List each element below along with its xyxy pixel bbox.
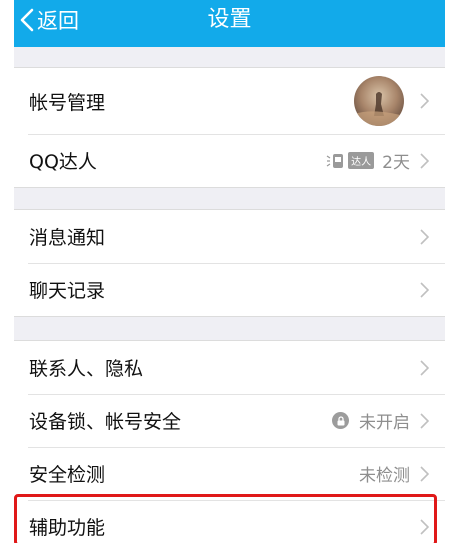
page-title: 设置 (207, 7, 252, 32)
security-group: 联系人、隐私 设备锁、帐号安全 未开启 安全检测 未检测 辅助功能 (14, 340, 445, 543)
chevron-right-icon (420, 228, 429, 245)
security-scan-status: 未检测 (359, 466, 410, 486)
chevron-right-icon (420, 359, 429, 376)
accessibility-label: 辅助功能 (29, 517, 106, 539)
security-scan-row[interactable]: 安全检测 未检测 (14, 447, 445, 500)
device-lock-label: 设备锁、帐号安全 (29, 411, 182, 433)
security-scan-label: 安全检测 (29, 464, 106, 486)
settings-page: 返回 设置 帐号管理 QQ达人 达人 2天 消息通知 聊天记录 联系人、隐私 设… (14, 0, 445, 543)
avatar (354, 76, 404, 126)
screen: 返回 设置 帐号管理 QQ达人 达人 2天 消息通知 聊天记录 联系人、隐私 设… (0, 0, 468, 543)
message-notification-row[interactable]: 消息通知 (14, 210, 445, 263)
accessibility-row[interactable]: 辅助功能 (14, 500, 445, 543)
navigation-bar: 返回 设置 (14, 0, 445, 47)
device-lock-status: 未开启 (359, 413, 410, 433)
device-lock-row[interactable]: 设备锁、帐号安全 未开启 (14, 394, 445, 447)
chat-history-row[interactable]: 聊天记录 (14, 263, 445, 316)
lock-icon (332, 412, 349, 429)
qq-daren-row[interactable]: QQ达人 达人 2天 (14, 134, 445, 187)
qq-daren-badge-icon: 达人 (325, 152, 375, 170)
chevron-right-icon (420, 281, 429, 298)
chevron-right-icon (420, 152, 429, 169)
contacts-privacy-label: 联系人、隐私 (29, 358, 144, 380)
chat-history-label: 聊天记录 (29, 280, 106, 302)
daren-days: 2天 (382, 153, 410, 173)
account-group: 帐号管理 QQ达人 达人 2天 (14, 67, 445, 188)
notification-group: 消息通知 聊天记录 (14, 209, 445, 317)
daren-tag: 达人 (348, 152, 375, 169)
contacts-privacy-row[interactable]: 联系人、隐私 (14, 341, 445, 394)
qq-daren-label: QQ达人 (29, 151, 97, 173)
chevron-right-icon (420, 465, 429, 482)
message-notification-label: 消息通知 (29, 227, 106, 249)
account-management-label: 帐号管理 (29, 91, 106, 114)
chevron-right-icon (420, 412, 429, 429)
account-management-row[interactable]: 帐号管理 (14, 68, 445, 134)
chevron-right-icon (420, 93, 429, 109)
chevron-right-icon (420, 518, 429, 535)
